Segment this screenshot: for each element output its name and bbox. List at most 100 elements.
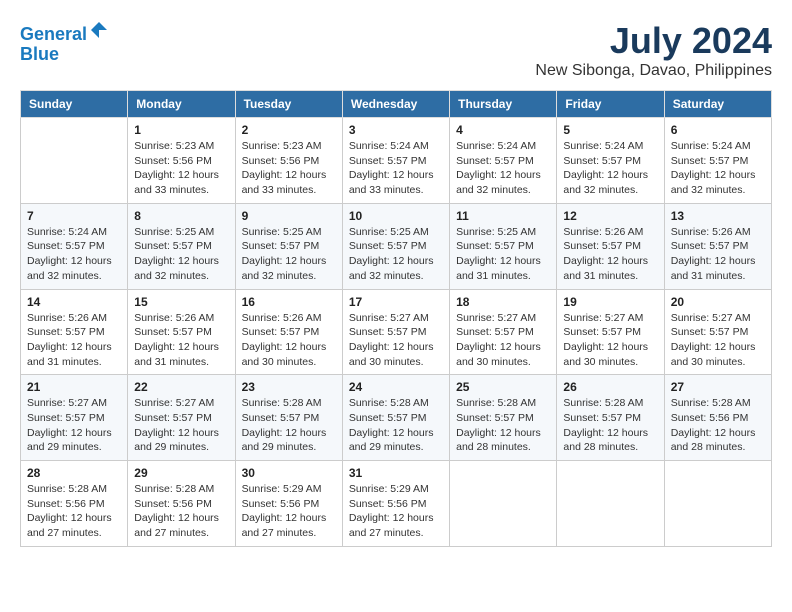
day-detail: Sunrise: 5:28 AM Sunset: 5:57 PM Dayligh… [456,396,550,455]
day-detail: Sunrise: 5:25 AM Sunset: 5:57 PM Dayligh… [134,225,228,284]
day-number: 15 [134,295,228,309]
day-number: 30 [242,466,336,480]
calendar-cell: 26Sunrise: 5:28 AM Sunset: 5:57 PM Dayli… [557,375,664,461]
calendar-cell [664,461,771,547]
calendar-body: 1 Sunrise: 5:23 AM Sunset: 5:56 PM Daylig… [21,118,772,547]
day-number: 29 [134,466,228,480]
calendar-cell: 5 Sunrise: 5:24 AM Sunset: 5:57 PM Daylig… [557,118,664,204]
calendar-week-row: 14 Sunrise: 5:26 AM Sunset: 5:57 PM Dayli… [21,289,772,375]
day-detail: Sunrise: 5:24 AM Sunset: 5:57 PM Dayligh… [671,139,765,198]
day-number: 25 [456,380,550,394]
calendar-cell: 29 Sunrise: 5:28 AM Sunset: 5:56 PM Dayli… [128,461,235,547]
day-detail: Sunrise: 5:27 AM Sunset: 5:57 PM Dayligh… [349,311,443,370]
calendar-cell: 20Sunrise: 5:27 AM Sunset: 5:57 PM Dayli… [664,289,771,375]
calendar-cell: 27Sunrise: 5:28 AM Sunset: 5:56 PM Dayli… [664,375,771,461]
day-detail: Sunrise: 5:25 AM Sunset: 5:57 PM Dayligh… [349,225,443,284]
day-detail: Sunrise: 5:24 AM Sunset: 5:57 PM Dayligh… [563,139,657,198]
day-number: 1 [134,123,228,137]
day-detail: Sunrise: 5:26 AM Sunset: 5:57 PM Dayligh… [27,311,121,370]
calendar-cell: 31 Sunrise: 5:29 AM Sunset: 5:56 PM Dayli… [342,461,449,547]
day-number: 6 [671,123,765,137]
logo: General Blue [20,20,109,65]
calendar-cell: 16Sunrise: 5:26 AM Sunset: 5:57 PM Dayli… [235,289,342,375]
logo-icon [89,20,109,40]
day-number: 2 [242,123,336,137]
day-number: 17 [349,295,443,309]
day-detail: Sunrise: 5:26 AM Sunset: 5:57 PM Dayligh… [671,225,765,284]
calendar-cell: 4 Sunrise: 5:24 AM Sunset: 5:57 PM Daylig… [450,118,557,204]
day-number: 31 [349,466,443,480]
calendar-cell: 6 Sunrise: 5:24 AM Sunset: 5:57 PM Daylig… [664,118,771,204]
day-detail: Sunrise: 5:27 AM Sunset: 5:57 PM Dayligh… [563,311,657,370]
day-detail: Sunrise: 5:29 AM Sunset: 5:56 PM Dayligh… [242,482,336,541]
calendar-cell: 25 Sunrise: 5:28 AM Sunset: 5:57 PM Dayli… [450,375,557,461]
day-number: 22 [134,380,228,394]
day-number: 18 [456,295,550,309]
calendar-cell: 13 Sunrise: 5:26 AM Sunset: 5:57 PM Dayli… [664,203,771,289]
calendar-week-row: 21 Sunrise: 5:27 AM Sunset: 5:57 PM Dayli… [21,375,772,461]
day-number: 19 [563,295,657,309]
day-number: 7 [27,209,121,223]
calendar-cell: 17 Sunrise: 5:27 AM Sunset: 5:57 PM Dayli… [342,289,449,375]
calendar-cell: 8Sunrise: 5:25 AM Sunset: 5:57 PM Daylig… [128,203,235,289]
day-number: 21 [27,380,121,394]
day-detail: Sunrise: 5:25 AM Sunset: 5:57 PM Dayligh… [242,225,336,284]
calendar-cell: 21 Sunrise: 5:27 AM Sunset: 5:57 PM Dayli… [21,375,128,461]
day-detail: Sunrise: 5:28 AM Sunset: 5:56 PM Dayligh… [134,482,228,541]
logo-general: General [20,24,87,44]
calendar-cell: 14 Sunrise: 5:26 AM Sunset: 5:57 PM Dayli… [21,289,128,375]
calendar-cell: 11 Sunrise: 5:25 AM Sunset: 5:57 PM Dayli… [450,203,557,289]
calendar-cell: 3Sunrise: 5:24 AM Sunset: 5:57 PM Daylig… [342,118,449,204]
day-number: 13 [671,209,765,223]
day-detail: Sunrise: 5:27 AM Sunset: 5:57 PM Dayligh… [456,311,550,370]
day-detail: Sunrise: 5:28 AM Sunset: 5:57 PM Dayligh… [349,396,443,455]
day-detail: Sunrise: 5:25 AM Sunset: 5:57 PM Dayligh… [456,225,550,284]
weekday-header-cell: Thursday [450,91,557,118]
day-detail: Sunrise: 5:24 AM Sunset: 5:57 PM Dayligh… [27,225,121,284]
day-number: 24 [349,380,443,394]
logo-text: General Blue [20,20,109,65]
day-detail: Sunrise: 5:28 AM Sunset: 5:56 PM Dayligh… [27,482,121,541]
weekday-header-cell: Saturday [664,91,771,118]
day-detail: Sunrise: 5:28 AM Sunset: 5:56 PM Dayligh… [671,396,765,455]
calendar-cell [557,461,664,547]
logo-blue: Blue [20,44,59,64]
calendar-cell: 23 Sunrise: 5:28 AM Sunset: 5:57 PM Dayli… [235,375,342,461]
weekday-header-cell: Sunday [21,91,128,118]
day-number: 26 [563,380,657,394]
weekday-header-cell: Tuesday [235,91,342,118]
day-detail: Sunrise: 5:23 AM Sunset: 5:56 PM Dayligh… [242,139,336,198]
day-number: 12 [563,209,657,223]
main-title: July 2024 [535,20,772,62]
calendar-cell: 10Sunrise: 5:25 AM Sunset: 5:57 PM Dayli… [342,203,449,289]
calendar-cell [21,118,128,204]
weekday-header-row: SundayMondayTuesdayWednesdayThursdayFrid… [21,91,772,118]
day-detail: Sunrise: 5:26 AM Sunset: 5:57 PM Dayligh… [563,225,657,284]
day-detail: Sunrise: 5:23 AM Sunset: 5:56 PM Dayligh… [134,139,228,198]
day-number: 11 [456,209,550,223]
calendar-cell: 19 Sunrise: 5:27 AM Sunset: 5:57 PM Dayli… [557,289,664,375]
calendar-week-row: 1 Sunrise: 5:23 AM Sunset: 5:56 PM Daylig… [21,118,772,204]
day-detail: Sunrise: 5:29 AM Sunset: 5:56 PM Dayligh… [349,482,443,541]
day-detail: Sunrise: 5:27 AM Sunset: 5:57 PM Dayligh… [134,396,228,455]
calendar-cell: 2 Sunrise: 5:23 AM Sunset: 5:56 PM Daylig… [235,118,342,204]
calendar-week-row: 28Sunrise: 5:28 AM Sunset: 5:56 PM Dayli… [21,461,772,547]
day-number: 14 [27,295,121,309]
day-number: 4 [456,123,550,137]
weekday-header-cell: Friday [557,91,664,118]
calendar-cell: 15Sunrise: 5:26 AM Sunset: 5:57 PM Dayli… [128,289,235,375]
calendar-cell: 7 Sunrise: 5:24 AM Sunset: 5:57 PM Daylig… [21,203,128,289]
calendar-cell: 9Sunrise: 5:25 AM Sunset: 5:57 PM Daylig… [235,203,342,289]
calendar-week-row: 7 Sunrise: 5:24 AM Sunset: 5:57 PM Daylig… [21,203,772,289]
day-number: 23 [242,380,336,394]
calendar-cell: 24 Sunrise: 5:28 AM Sunset: 5:57 PM Dayli… [342,375,449,461]
day-detail: Sunrise: 5:24 AM Sunset: 5:57 PM Dayligh… [456,139,550,198]
day-number: 5 [563,123,657,137]
calendar-cell: 18 Sunrise: 5:27 AM Sunset: 5:57 PM Dayli… [450,289,557,375]
day-detail: Sunrise: 5:27 AM Sunset: 5:57 PM Dayligh… [27,396,121,455]
calendar-cell: 22 Sunrise: 5:27 AM Sunset: 5:57 PM Dayli… [128,375,235,461]
calendar-cell: 12 Sunrise: 5:26 AM Sunset: 5:57 PM Dayli… [557,203,664,289]
day-detail: Sunrise: 5:28 AM Sunset: 5:57 PM Dayligh… [242,396,336,455]
weekday-header-cell: Wednesday [342,91,449,118]
calendar-cell [450,461,557,547]
